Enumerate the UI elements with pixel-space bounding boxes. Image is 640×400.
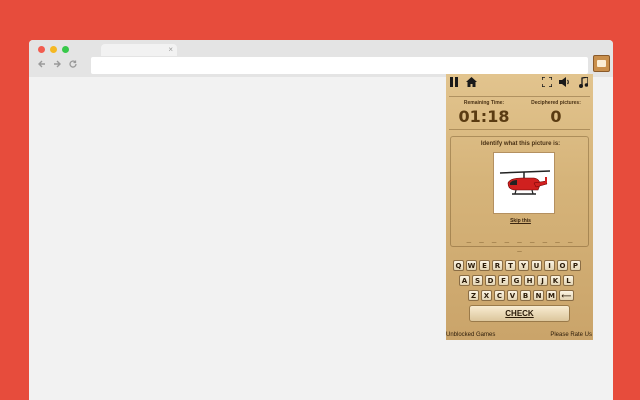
key-y[interactable]: Y xyxy=(518,260,529,271)
rate-us-link[interactable]: Please Rate Us xyxy=(550,332,592,338)
key-i[interactable]: I xyxy=(544,260,555,271)
address-bar[interactable] xyxy=(91,57,588,74)
key-z[interactable]: Z xyxy=(468,290,479,301)
key-j[interactable]: J xyxy=(537,275,548,286)
key-h[interactable]: H xyxy=(524,275,535,286)
arrow-right-icon[interactable] xyxy=(52,59,62,72)
key-d[interactable]: D xyxy=(485,275,496,286)
helicopter-image xyxy=(493,152,555,214)
maximize-window-icon[interactable] xyxy=(62,46,69,53)
key-r[interactable]: R xyxy=(492,260,503,271)
deciphered-label: Deciphered pictures: xyxy=(531,100,581,106)
key-g[interactable]: G xyxy=(511,275,522,286)
key-m[interactable]: M xyxy=(546,290,557,301)
browser-chrome: × xyxy=(29,40,613,77)
skip-link[interactable]: Skip this xyxy=(451,218,590,224)
stats-bar: Remaining Time: 01:18 Deciphered picture… xyxy=(449,96,590,130)
remaining-time-label: Remaining Time: xyxy=(463,100,505,106)
minimize-window-icon[interactable] xyxy=(50,46,57,53)
home-icon[interactable] xyxy=(466,77,477,90)
reload-icon[interactable] xyxy=(68,59,78,72)
tab-close-icon[interactable]: × xyxy=(168,44,173,56)
key-k[interactable]: K xyxy=(550,275,561,286)
key-p[interactable]: P xyxy=(570,260,581,271)
check-button[interactable]: CHECK xyxy=(469,305,570,322)
key-s[interactable]: S xyxy=(472,275,483,286)
unblocked-games-link[interactable]: Unblocked Games xyxy=(446,332,495,338)
key-c[interactable]: C xyxy=(494,290,505,301)
backspace-key[interactable]: ⟵ xyxy=(559,290,574,301)
arrow-left-icon[interactable] xyxy=(37,59,47,72)
deciphered-value: 0 xyxy=(550,107,562,126)
key-t[interactable]: T xyxy=(505,260,516,271)
key-x[interactable]: X xyxy=(481,290,492,301)
music-note-icon[interactable] xyxy=(579,76,589,91)
key-l[interactable]: L xyxy=(563,275,574,286)
key-q[interactable]: Q xyxy=(453,260,464,271)
remaining-time-value: 01:18 xyxy=(458,107,510,126)
key-u[interactable]: U xyxy=(531,260,542,271)
key-w[interactable]: W xyxy=(466,260,477,271)
key-f[interactable]: F xyxy=(498,275,509,286)
key-a[interactable]: A xyxy=(459,275,470,286)
key-e[interactable]: E xyxy=(479,260,490,271)
speaker-icon[interactable] xyxy=(559,77,570,90)
game-panel: Remaining Time: 01:18 Deciphered picture… xyxy=(446,74,593,340)
answer-blanks: _ _ _ _ _ _ _ _ _ _ xyxy=(466,235,576,253)
game-toolbar xyxy=(446,74,593,94)
picture-extension-icon[interactable] xyxy=(593,55,610,72)
browser-tab[interactable]: × xyxy=(101,44,177,56)
key-b[interactable]: B xyxy=(520,290,531,301)
key-o[interactable]: O xyxy=(557,260,568,271)
puzzle-box: Identify what this picture is: Skip this… xyxy=(450,136,590,253)
fullscreen-icon[interactable] xyxy=(541,76,553,90)
close-window-icon[interactable] xyxy=(38,46,45,53)
key-v[interactable]: V xyxy=(507,290,518,301)
puzzle-prompt: Identify what this picture is: xyxy=(480,141,561,147)
pause-icon[interactable] xyxy=(450,77,458,90)
key-n[interactable]: N xyxy=(533,290,544,301)
